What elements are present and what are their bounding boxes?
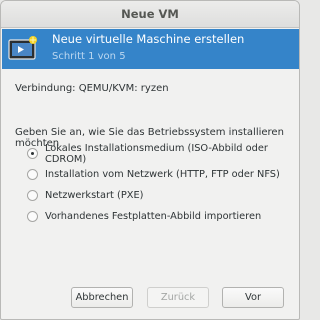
radio-network-install[interactable] [27,169,38,180]
new-vm-icon [2,29,44,69]
option-import-disk[interactable]: Vorhandenes Festplatten-Abbild importier… [27,206,299,227]
wizard-header: Neue virtuelle Maschine erstellen Schrit… [2,29,299,69]
option-label: Installation vom Netzwerk (HTTP, FTP ode… [45,169,280,180]
cancel-button[interactable]: Abbrechen [71,287,133,308]
radio-local-media[interactable] [27,148,38,159]
next-button[interactable]: Vor [222,287,284,308]
radio-import-disk[interactable] [27,211,38,222]
wizard-step: Schritt 1 von 5 [52,51,126,62]
option-label: Lokales Installationsmedium (ISO-Abbild … [45,142,268,165]
option-network-install[interactable]: Installation vom Netzwerk (HTTP, FTP ode… [27,164,299,185]
option-pxe-boot[interactable]: Netzwerkstart (PXE) [27,185,299,206]
install-options: Lokales Installationsmedium (ISO-Abbild … [27,143,299,227]
window-title: Neue VM [121,7,179,21]
option-local-media[interactable]: Lokales Installationsmedium (ISO-Abbild … [27,142,299,165]
title-bar[interactable]: Neue VM [1,1,299,28]
connection-label: Verbindung: QEMU/KVM: ryzen [15,83,169,94]
option-label: Netzwerkstart (PXE) [45,190,144,201]
wizard-title: Neue virtuelle Maschine erstellen [52,32,245,46]
button-row: Abbrechen Zurück Vor [1,287,299,309]
back-button[interactable]: Zurück [147,287,209,308]
radio-pxe-boot[interactable] [27,190,38,201]
option-label: Vorhandenes Festplatten-Abbild importier… [45,211,262,222]
dialog-window: Neue VM Neue virtuelle Maschine erstelle… [0,0,300,320]
